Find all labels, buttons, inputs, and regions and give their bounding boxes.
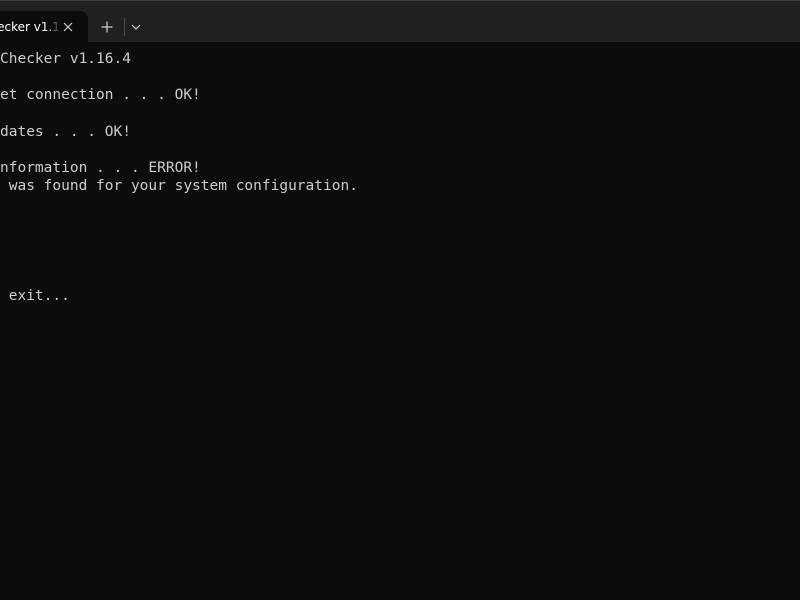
plus-icon [101,21,113,33]
new-tab-button[interactable] [96,16,118,38]
terminal-output[interactable]: Checker v1.16.4 et connection . . . OK! … [0,42,800,600]
terminal-line: exit... [0,288,70,304]
tab-dropdown-button[interactable] [126,16,146,38]
terminal-window: Checker v1.1 Checker v1.16.4 et connecti… [0,0,800,600]
tab-title: Checker v1.1 [0,11,60,43]
close-icon [63,22,73,32]
terminal-tab[interactable]: Checker v1.1 [0,11,88,43]
tab-title-text: Checker v1.1 [0,20,60,34]
title-bar: Checker v1.1 [0,0,800,43]
terminal-line: was found for your system configuration. [0,178,358,194]
terminal-line: dates . . . OK! [0,124,131,140]
tab-divider [124,18,125,36]
terminal-line: nformation . . . ERROR! [0,160,201,176]
terminal-line: et connection . . . OK! [0,87,201,103]
tab-close-button[interactable] [58,17,78,37]
chevron-down-icon [131,24,141,30]
terminal-line: Checker v1.16.4 [0,51,131,67]
